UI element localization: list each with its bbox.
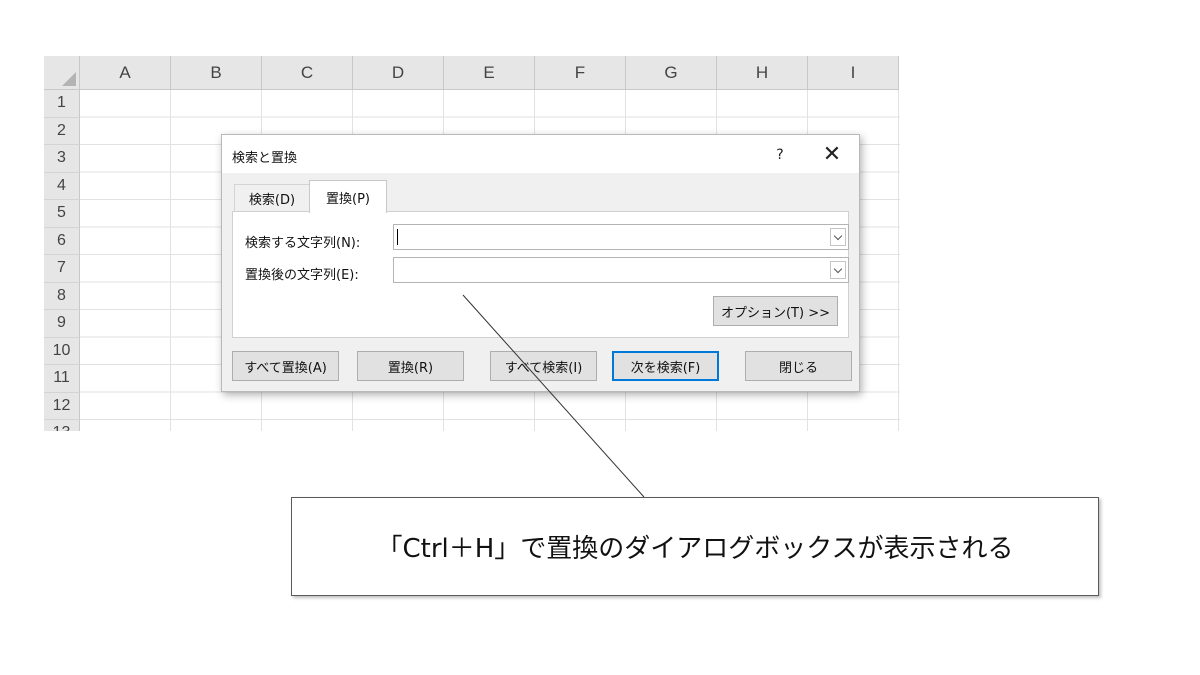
help-button[interactable]: ? xyxy=(770,145,790,165)
close-icon[interactable]: ✕ xyxy=(818,142,846,168)
select-all-triangle-icon xyxy=(62,72,76,86)
find-replace-dialog: 検索と置換 ? ✕ 検索(D) 置換(P) 検索する文字列(N): 置換後の文字… xyxy=(221,134,860,392)
callout-box: 「Ctrl＋H」で置換のダイアログボックスが表示される xyxy=(291,497,1099,596)
row-header-1[interactable]: 1 xyxy=(44,90,80,118)
column-header-a[interactable]: A xyxy=(80,56,171,90)
row-header-3[interactable]: 3 xyxy=(44,145,80,173)
replace-with-combobox[interactable] xyxy=(393,257,849,283)
row-header-2[interactable]: 2 xyxy=(44,117,80,145)
find-next-label: 次を検索(F) xyxy=(630,360,701,376)
tab-replace[interactable]: 置換(P) xyxy=(309,180,387,213)
column-header-b[interactable]: B xyxy=(171,56,262,90)
options-button-label: オプション(T) >> xyxy=(720,305,830,321)
row-header-11[interactable]: 11 xyxy=(44,365,80,393)
row-header-4[interactable]: 4 xyxy=(44,172,80,200)
find-all-label: すべて検索(I) xyxy=(504,360,583,376)
row-header-12[interactable]: 12 xyxy=(44,392,80,420)
row-header-9[interactable]: 9 xyxy=(44,310,80,338)
find-what-label: 検索する文字列(N): xyxy=(245,236,361,251)
column-header-g[interactable]: G xyxy=(626,56,717,90)
text-cursor xyxy=(397,229,398,245)
chevron-down-icon[interactable] xyxy=(830,261,846,279)
row-headers: 1 2 3 4 5 6 7 8 9 10 11 12 13 xyxy=(44,90,80,431)
row-header-5[interactable]: 5 xyxy=(44,200,80,228)
replace-button[interactable]: 置換(R) xyxy=(357,351,464,381)
close-button[interactable]: 閉じる xyxy=(745,351,852,381)
row-header-10[interactable]: 10 xyxy=(44,337,80,365)
chevron-down-icon[interactable] xyxy=(830,228,846,246)
column-header-e[interactable]: E xyxy=(444,56,535,90)
close-label: 閉じる xyxy=(778,360,818,376)
row-header-6[interactable]: 6 xyxy=(44,227,80,255)
find-what-combobox[interactable] xyxy=(393,224,849,250)
replace-all-button[interactable]: すべて置換(A) xyxy=(232,351,339,381)
column-headers: A B C D E F G H I xyxy=(80,56,899,90)
row-header-13[interactable]: 13 xyxy=(44,420,80,431)
replace-with-label: 置換後の文字列(E): xyxy=(245,268,359,283)
find-all-button[interactable]: すべて検索(I) xyxy=(490,351,597,381)
row-header-8[interactable]: 8 xyxy=(44,282,80,310)
find-next-button[interactable]: 次を検索(F) xyxy=(612,351,719,381)
callout-text: 「Ctrl＋H」で置換のダイアログボックスが表示される xyxy=(376,534,1014,564)
replace-panel: 検索する文字列(N): 置換後の文字列(E): オプション(T) >> xyxy=(232,211,849,338)
column-header-h[interactable]: H xyxy=(717,56,808,90)
row-header-7[interactable]: 7 xyxy=(44,255,80,283)
replace-all-label: すべて置換(A) xyxy=(244,360,327,376)
column-header-d[interactable]: D xyxy=(353,56,444,90)
tab-find-label: 検索(D) xyxy=(248,193,296,208)
column-header-i[interactable]: I xyxy=(808,56,899,90)
dialog-titlebar[interactable]: 検索と置換 ? ✕ xyxy=(222,135,859,173)
replace-label: 置換(R) xyxy=(387,360,434,376)
dialog-title: 検索と置換 xyxy=(232,151,298,166)
tab-find[interactable]: 検索(D) xyxy=(234,184,310,212)
column-header-f[interactable]: F xyxy=(535,56,626,90)
select-all-corner[interactable] xyxy=(44,56,80,90)
column-header-c[interactable]: C xyxy=(262,56,353,90)
options-button[interactable]: オプション(T) >> xyxy=(713,296,838,326)
tab-replace-label: 置換(P) xyxy=(326,191,370,207)
